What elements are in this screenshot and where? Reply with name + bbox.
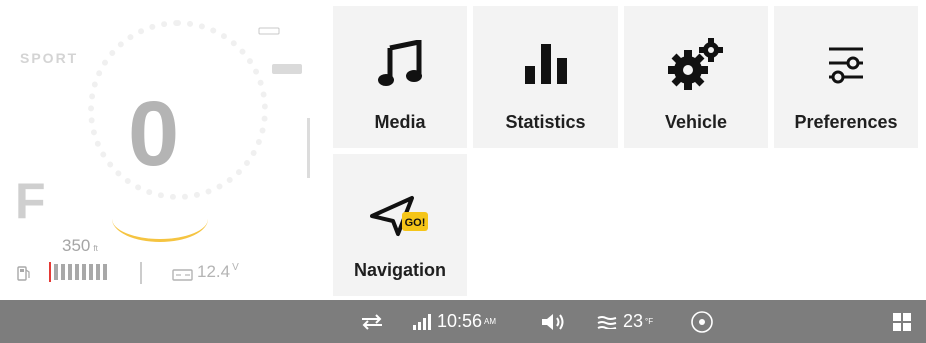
signal-icon-wrap xyxy=(412,300,432,343)
fuel-bar-segment xyxy=(89,264,93,280)
fuel-full-letter: F xyxy=(15,173,46,229)
temperature-value: 23 xyxy=(623,311,644,331)
fuel-bar-segment xyxy=(54,264,58,280)
volume-icon xyxy=(542,313,564,330)
fuel-gauge-bars xyxy=(54,264,107,280)
clock-ampm: AM xyxy=(484,317,497,326)
tile-statistics[interactable]: Statistics xyxy=(473,6,618,148)
temperature: 23 °F xyxy=(596,300,655,343)
fuel-bar-segment xyxy=(68,264,72,280)
tile-navigation[interactable]: GO! Navigation xyxy=(333,154,467,296)
signal-strength-icon xyxy=(413,313,431,330)
tile-label-statistics: Statistics xyxy=(505,112,586,132)
instrument-cluster: SPORT 0 F 350 ft 12.4 V xyxy=(0,0,330,300)
volume-button[interactable] xyxy=(540,300,566,343)
gears-icon xyxy=(668,38,723,90)
tile-vehicle[interactable]: Vehicle xyxy=(624,6,768,148)
clock: 10:56 AM xyxy=(437,300,498,343)
fuel-bar-segment xyxy=(96,264,100,280)
voltage-unit: V xyxy=(232,262,239,273)
battery-voltage-readout: 12.4 V xyxy=(197,262,239,282)
clock-time: 10:56 xyxy=(437,311,483,331)
throttle-arc xyxy=(112,196,208,242)
temperature-unit: °F xyxy=(645,317,654,326)
temperature-icon xyxy=(597,315,617,329)
sliders-icon xyxy=(829,47,863,84)
range-unit: ft xyxy=(93,244,98,253)
voltage-value: 12.4 xyxy=(197,262,231,281)
fuel-pump-icon xyxy=(17,266,30,281)
fuel-bar-segment xyxy=(103,264,107,280)
bar-chart-icon xyxy=(524,44,567,84)
divider xyxy=(140,262,142,284)
tile-label-preferences: Preferences xyxy=(794,112,898,132)
apps-grid-button[interactable] xyxy=(892,300,912,343)
go-badge-text: GO! xyxy=(405,217,426,229)
status-bar: 10:56 AM 23 °F xyxy=(0,300,926,343)
fuel-bar-segment xyxy=(61,264,65,280)
tile-label-navigation: Navigation xyxy=(353,260,446,280)
navigation-go-icon: GO! xyxy=(370,196,428,236)
indicator-bar xyxy=(272,64,302,74)
gear-indicator: 0 xyxy=(128,83,180,185)
connectivity-icon-wrap[interactable] xyxy=(360,300,384,343)
music-note-icon xyxy=(378,40,422,86)
fuel-gauge-marker xyxy=(49,262,51,282)
tile-media[interactable]: Media xyxy=(333,6,467,148)
gauge-tick xyxy=(307,118,310,178)
ride-mode-label: SPORT xyxy=(20,50,79,66)
fuel-bar-segment xyxy=(82,264,86,280)
tile-label-vehicle: Vehicle xyxy=(664,112,728,132)
gps-button[interactable] xyxy=(690,300,714,343)
tile-label-media: Media xyxy=(374,112,426,132)
fuel-bar-segment xyxy=(75,264,79,280)
grid-icon xyxy=(893,312,911,331)
transfer-arrows-icon xyxy=(362,313,382,330)
tile-preferences[interactable]: Preferences xyxy=(774,6,918,148)
gps-status-icon xyxy=(691,310,713,333)
range-value: 350 xyxy=(62,236,91,255)
range-readout: 350 ft xyxy=(62,236,98,256)
battery-icon xyxy=(172,269,193,281)
status-indicator-icon xyxy=(258,27,280,35)
